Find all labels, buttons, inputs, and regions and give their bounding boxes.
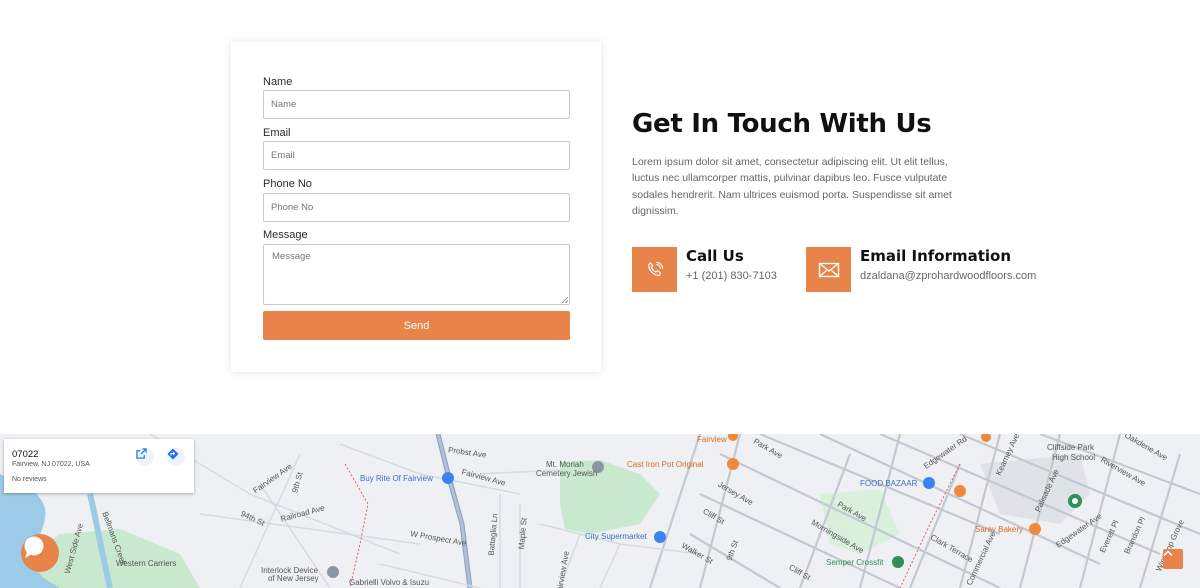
- map-label-semper-crossfit: Semper Crossfit: [826, 558, 884, 567]
- name-label: Name: [263, 76, 293, 88]
- external-link-icon: [136, 448, 147, 459]
- send-button[interactable]: Send: [263, 311, 570, 340]
- envelope-icon: [818, 262, 839, 277]
- email-label: Email: [263, 127, 291, 139]
- phone-input[interactable]: [263, 193, 570, 222]
- map-label-saray-bakery: Saray Bakery: [975, 525, 1024, 534]
- map-place-card: 07022 Fairview, NJ 07022, USA No reviews: [4, 439, 194, 493]
- map-label-cliffside-park: Cliffside Park: [1047, 443, 1094, 452]
- email-icon-box: [806, 247, 851, 292]
- email-input[interactable]: [263, 141, 570, 170]
- directions-icon: [167, 448, 179, 460]
- name-input[interactable]: [263, 90, 570, 119]
- map-label-gabrielli-volvo: Gabrielli Volvo & Isuzu: [349, 578, 430, 587]
- chevron-up-icon: [1163, 550, 1173, 557]
- phone-icon-box: [632, 247, 677, 292]
- chat-button[interactable]: [21, 534, 59, 572]
- email-info-value[interactable]: dzaldana@zprohardwoodfloors.com: [860, 270, 1036, 282]
- scroll-to-top-button[interactable]: [1163, 549, 1183, 569]
- place-reviews[interactable]: No reviews: [12, 476, 47, 483]
- map-label-food-bazaar: FOOD BAZAAR: [860, 479, 918, 488]
- map-label-city-supermarket: City Supermarket: [585, 532, 647, 541]
- call-title: Call Us: [686, 247, 744, 265]
- contact-title: Get In Touch With Us: [632, 109, 932, 139]
- email-info-title: Email Information: [860, 247, 1012, 265]
- map-label-of-new-jersey: of New Jersey: [268, 574, 319, 583]
- map-label-buy-rite: Buy Rite Of Fairview: [360, 474, 433, 483]
- map-label-cast-iron-pot: Cast Iron Pot Original: [627, 460, 704, 469]
- embedded-map[interactable]: Fairview Park Ave Edgewater Rd Kearney A…: [0, 434, 1200, 588]
- map-label-fairview: Fairview: [697, 435, 727, 444]
- phone-icon: [647, 261, 663, 276]
- map-label-mt-moriah: Mt. Moriah: [546, 460, 584, 469]
- resize-grip-icon[interactable]: [562, 297, 568, 303]
- contact-description: Lorem ipsum dolor sit amet, consectetur …: [632, 156, 952, 217]
- map-label-high-school: High School: [1052, 453, 1096, 462]
- map-label-cemetery-jewish: Cemetery Jewish: [536, 469, 598, 478]
- message-label: Message: [263, 229, 308, 241]
- message-field-wrap: [263, 244, 570, 305]
- contact-form: Name Email Phone No Message Send: [231, 42, 601, 372]
- call-value[interactable]: +1 (201) 830-7103: [686, 270, 777, 282]
- chat-bubble-icon: [24, 536, 44, 558]
- place-address: Fairview, NJ 07022, USA: [12, 461, 90, 468]
- phone-label: Phone No: [263, 178, 312, 190]
- directions-button[interactable]: [167, 448, 185, 466]
- place-name: 07022: [12, 449, 39, 460]
- open-in-maps-button[interactable]: [136, 448, 154, 466]
- message-textarea[interactable]: [263, 244, 570, 305]
